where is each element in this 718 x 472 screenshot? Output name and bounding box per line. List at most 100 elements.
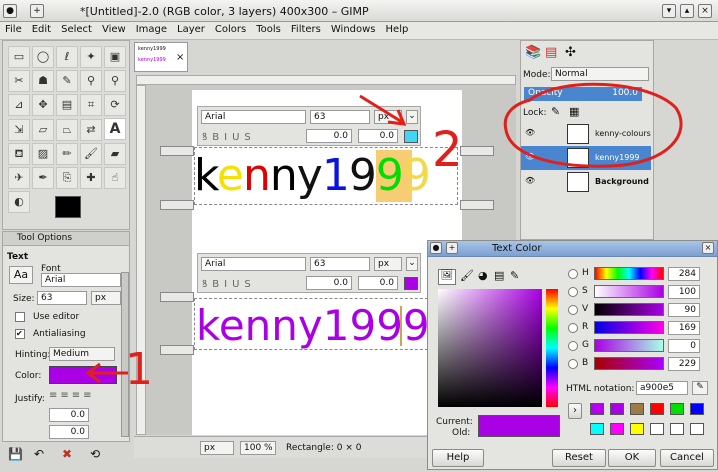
move-icon[interactable]: ✥	[32, 94, 54, 116]
resize-handle[interactable]	[460, 146, 494, 156]
smudge-icon[interactable]: ☝	[104, 167, 126, 189]
font-field[interactable]: Arial	[41, 273, 121, 287]
measure-icon[interactable]: ⊿	[8, 94, 30, 116]
menu-tools[interactable]: Tools	[251, 22, 286, 37]
align-icon[interactable]: ▤	[56, 94, 78, 116]
cmyk-selector-icon[interactable]: 🖌	[460, 269, 474, 282]
blue-field[interactable]: 229	[668, 357, 700, 371]
menu-file[interactable]: File	[0, 22, 27, 37]
saturation-field[interactable]: 100	[668, 285, 700, 299]
paintbrush-icon[interactable]: 🖌	[80, 143, 102, 165]
history-swatch[interactable]	[650, 403, 664, 415]
hue-strip[interactable]	[546, 289, 558, 407]
toolbar-font-field[interactable]: Arial	[201, 110, 306, 124]
history-swatch[interactable]	[650, 423, 664, 435]
help-button[interactable]: Help	[432, 449, 484, 467]
text-tool-icon[interactable]: A	[104, 118, 126, 140]
blend-icon[interactable]: ▨	[32, 143, 54, 165]
cancel-button[interactable]: Cancel	[660, 449, 714, 467]
red-slider[interactable]	[594, 321, 664, 334]
tool-options-tab[interactable]: Tool Options	[3, 232, 129, 246]
menu-edit[interactable]: Edit	[27, 22, 56, 37]
zoom-select[interactable]: 100 %	[240, 441, 276, 455]
green-radio[interactable]	[568, 341, 578, 351]
baseline-field[interactable]: 0.0	[306, 129, 352, 143]
history-swatch[interactable]	[610, 423, 624, 435]
toolbar-size-field[interactable]: 63	[310, 257, 370, 271]
menu-colors[interactable]: Colors	[210, 22, 251, 37]
foreground-select-icon[interactable]: ☗	[32, 70, 54, 92]
lasso-icon[interactable]: ℓ	[56, 46, 78, 68]
saturation-radio[interactable]	[568, 287, 578, 297]
baseline-field[interactable]: 0.0	[306, 276, 352, 290]
dialog-pin-icon[interactable]: +	[446, 242, 458, 254]
menu-filters[interactable]: Filters	[286, 22, 326, 37]
saturation-value-square[interactable]	[438, 289, 542, 407]
bucket-fill-icon[interactable]: ⛾	[8, 143, 30, 165]
menu-help[interactable]: Help	[381, 22, 414, 37]
toolbar-color-swatch[interactable]	[404, 277, 418, 290]
size-field[interactable]: 63	[37, 291, 87, 305]
dialog-close-icon[interactable]: ×	[702, 242, 714, 254]
ok-button[interactable]: OK	[608, 449, 656, 467]
rotate-icon[interactable]: ⟳	[104, 94, 126, 116]
hue-field[interactable]: 284	[668, 267, 700, 281]
history-swatch[interactable]	[590, 423, 604, 435]
shear-icon[interactable]: ▱	[32, 119, 54, 141]
history-swatch[interactable]	[630, 403, 644, 415]
gimp-selector-icon[interactable]: 🖼	[438, 269, 456, 285]
toolbar-font-field[interactable]: Arial	[201, 257, 306, 271]
visibility-eye-icon[interactable]: 👁	[525, 176, 535, 185]
html-notation-field[interactable]: a900e5	[636, 381, 688, 395]
clone-icon[interactable]: ⎘	[56, 167, 78, 189]
menu-select[interactable]: Select	[56, 22, 97, 37]
history-swatch[interactable]	[670, 423, 684, 435]
flip-icon[interactable]: ⇄	[80, 119, 102, 141]
green-slider[interactable]	[594, 339, 664, 352]
history-swatch[interactable]	[690, 403, 704, 415]
ink-icon[interactable]: ✒	[32, 167, 54, 189]
resize-handle[interactable]	[460, 200, 494, 210]
antialiasing-checkbox[interactable]: ✔	[15, 329, 25, 339]
reset-options-icon[interactable]: ⟲	[90, 447, 100, 461]
hue-slider[interactable]	[594, 267, 664, 280]
style-buttons[interactable]: ꝸBIUS	[202, 129, 256, 143]
reset-button[interactable]: Reset	[552, 449, 606, 467]
layers-tab-icon[interactable]: 📚	[525, 45, 541, 60]
airbrush-icon[interactable]: ✈	[8, 167, 30, 189]
layer-row[interactable]: 👁 Background	[521, 170, 651, 194]
font-preview-button[interactable]: Aa	[9, 266, 33, 284]
saturation-slider[interactable]	[594, 285, 664, 298]
value-field[interactable]: 90	[668, 303, 700, 317]
history-swatch[interactable]	[590, 403, 604, 415]
blue-slider[interactable]	[594, 357, 664, 370]
scale-icon[interactable]: ⇲	[8, 119, 30, 141]
resize-handle[interactable]	[160, 345, 194, 355]
perspective-icon[interactable]: ⏢	[56, 119, 78, 141]
menu-view[interactable]: View	[97, 22, 131, 37]
save-options-icon[interactable]: 💾	[8, 447, 23, 461]
history-swatch[interactable]	[630, 423, 644, 435]
toolbar-unit-select[interactable]: px	[374, 257, 402, 271]
menu-image[interactable]: Image	[131, 22, 172, 37]
zoom-icon[interactable]: ⚲	[104, 70, 126, 92]
size-unit-select[interactable]: px	[91, 291, 121, 305]
resize-handle[interactable]	[160, 200, 194, 210]
rect-select-icon[interactable]: ▭	[8, 46, 30, 68]
history-swatch[interactable]	[670, 403, 684, 415]
style-buttons[interactable]: ꝸBIUS	[202, 276, 256, 290]
restore-options-icon[interactable]: ↶	[34, 447, 44, 461]
resize-handle[interactable]	[160, 292, 194, 302]
heal-icon[interactable]: ✚	[80, 167, 102, 189]
pencil-icon[interactable]: ✏	[56, 143, 78, 165]
close-image-tab-icon[interactable]: ×	[176, 52, 184, 63]
add-to-history-button[interactable]: ›	[568, 403, 582, 419]
foreground-color-swatch[interactable]	[55, 196, 81, 218]
close-icon[interactable]: ×	[698, 4, 712, 18]
delete-options-icon[interactable]: ✖	[62, 447, 72, 461]
history-swatch[interactable]	[690, 423, 704, 435]
window-menu-icon[interactable]: ●	[3, 4, 17, 18]
color-select-icon[interactable]: ▣	[104, 46, 126, 68]
unit-select[interactable]: px	[200, 441, 234, 455]
red-radio[interactable]	[568, 323, 578, 333]
